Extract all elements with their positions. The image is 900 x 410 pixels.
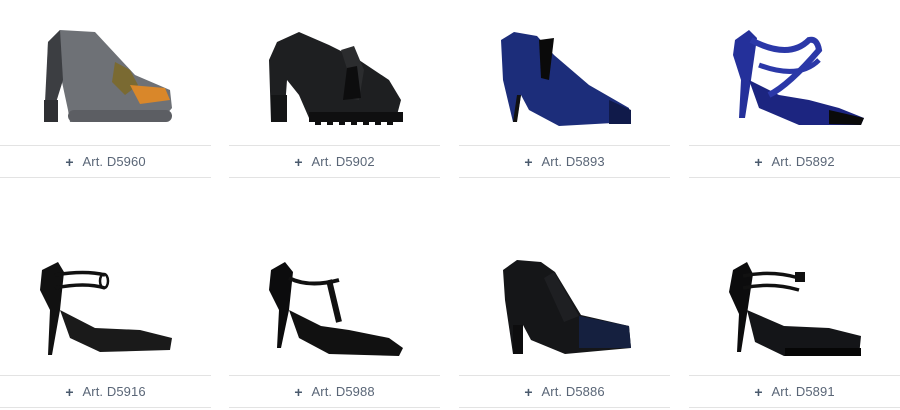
product-card[interactable]: + Art. D5916 bbox=[0, 230, 211, 410]
product-card[interactable]: + Art. D5893 bbox=[459, 0, 670, 180]
plus-icon: + bbox=[294, 383, 303, 400]
plus-icon: + bbox=[524, 153, 533, 170]
product-image[interactable] bbox=[0, 0, 211, 145]
product-link[interactable]: + Art. D5886 bbox=[459, 375, 670, 408]
product-card[interactable]: + Art. D5892 bbox=[689, 0, 900, 180]
shoe-icon bbox=[40, 262, 172, 355]
shoe-icon bbox=[729, 262, 861, 356]
shoe-icon bbox=[733, 30, 864, 125]
product-link[interactable]: + Art. D5960 bbox=[0, 145, 211, 178]
article-number: Art. D5891 bbox=[771, 384, 835, 399]
product-image[interactable] bbox=[229, 0, 440, 145]
plus-icon: + bbox=[524, 383, 533, 400]
article-number: Art. D5902 bbox=[311, 154, 375, 169]
product-link[interactable]: + Art. D5916 bbox=[0, 375, 211, 408]
product-grid: + Art. D5960 + Art. D5902 + Art. D5893 +… bbox=[0, 0, 900, 408]
shoe-icon bbox=[501, 32, 631, 126]
article-number: Art. D5893 bbox=[541, 154, 605, 169]
plus-icon: + bbox=[294, 153, 303, 170]
product-card[interactable]: + Art. D5886 bbox=[459, 230, 670, 410]
product-image[interactable] bbox=[459, 0, 670, 145]
plus-icon: + bbox=[65, 383, 74, 400]
product-link[interactable]: + Art. D5902 bbox=[229, 145, 440, 178]
shoe-icon bbox=[269, 32, 403, 125]
product-card[interactable]: + Art. D5988 bbox=[229, 230, 440, 410]
shoe-icon bbox=[503, 260, 631, 354]
shoe-icon bbox=[44, 30, 172, 122]
product-link[interactable]: + Art. D5891 bbox=[689, 375, 900, 408]
product-card[interactable]: + Art. D5960 bbox=[0, 0, 211, 180]
product-card[interactable]: + Art. D5891 bbox=[689, 230, 900, 410]
article-number: Art. D5916 bbox=[82, 384, 146, 399]
plus-icon: + bbox=[65, 153, 74, 170]
product-image[interactable] bbox=[689, 0, 900, 145]
product-image[interactable] bbox=[689, 230, 900, 375]
product-link[interactable]: + Art. D5988 bbox=[229, 375, 440, 408]
plus-icon: + bbox=[754, 153, 763, 170]
plus-icon: + bbox=[754, 383, 763, 400]
product-link[interactable]: + Art. D5893 bbox=[459, 145, 670, 178]
article-number: Art. D5886 bbox=[541, 384, 605, 399]
product-link[interactable]: + Art. D5892 bbox=[689, 145, 900, 178]
article-number: Art. D5892 bbox=[771, 154, 835, 169]
shoe-icon bbox=[269, 262, 403, 356]
article-number: Art. D5960 bbox=[82, 154, 146, 169]
product-card[interactable]: + Art. D5902 bbox=[229, 0, 440, 180]
product-image[interactable] bbox=[0, 230, 211, 375]
product-image[interactable] bbox=[229, 230, 440, 375]
article-number: Art. D5988 bbox=[311, 384, 375, 399]
product-image[interactable] bbox=[459, 230, 670, 375]
